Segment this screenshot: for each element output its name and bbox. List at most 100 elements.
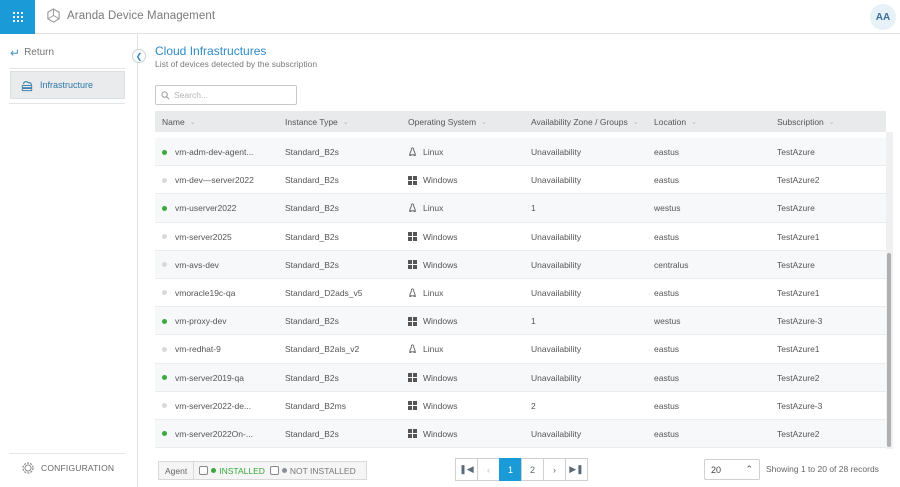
os-cell: Windows (408, 364, 457, 392)
availability-zone-cell: Unavailability (531, 372, 582, 383)
last-page-button[interactable]: ▶❚ (565, 458, 588, 481)
devices-table: Name ⌄ Instance Type ⌄ Operating System ⌄ A… (155, 111, 893, 449)
table-row[interactable]: vmoracle19c-qa Standard_D2ads_v5 Linux Unav… (155, 279, 886, 308)
device-name[interactable]: vm-adm-dev-agent... (175, 147, 253, 157)
device-name[interactable]: vm-server2022On-... (175, 429, 253, 439)
table-row[interactable]: vm-adm-dev-agent... Standard_B2s Linux Unav… (155, 138, 886, 167)
device-name[interactable]: vm-server2022-de... (175, 401, 251, 411)
page-subtitle: List of devices detected by the subscrip… (155, 59, 318, 69)
os-label: Windows (423, 400, 458, 411)
table-row[interactable]: vm-server2019-qa Standard_B2s Windows Unava… (155, 363, 886, 392)
page-size-select[interactable]: 20 ⌃ (704, 459, 760, 480)
aranda-logo-icon (47, 8, 60, 23)
not-installed-filter-label: NOT INSTALLED (289, 465, 356, 476)
instance-type-cell: Standard_B2als_v2 (285, 344, 360, 355)
subscription-cell: TestAzure2 (777, 175, 820, 186)
column-header-operating-system[interactable]: Operating System ⌄ (408, 111, 487, 132)
device-name[interactable]: vm-redhat-9 (175, 344, 221, 354)
sort-icon: ⌄ (632, 118, 639, 126)
column-label: Operating System (408, 116, 477, 127)
first-page-button[interactable]: ❚◀ (455, 458, 478, 481)
column-label: Name (162, 116, 185, 127)
column-label: Instance Type (285, 116, 338, 127)
device-name[interactable]: vm-server2025 (175, 232, 232, 242)
agent-not-installed-dot-icon (162, 290, 167, 296)
column-header-subscription[interactable]: Subscription ⌄ (777, 111, 835, 132)
brand: Aranda Device Management (46, 8, 215, 23)
agent-installed-dot-icon (162, 205, 167, 211)
table-row[interactable]: vm-proxy-dev Standard_B2s Windows 1 westus Te… (155, 307, 886, 336)
search-input[interactable] (174, 90, 294, 100)
os-cell: Windows (408, 223, 457, 251)
table-row[interactable]: vm-avs-dev Standard_B2s Windows Unavailabil… (155, 250, 886, 279)
grid-icon (12, 12, 23, 22)
device-name[interactable]: vm-server2019-qa (175, 373, 244, 383)
sidebar-item-infrastructure[interactable]: Infrastructure (10, 71, 125, 99)
sort-icon: ⌄ (189, 118, 196, 126)
scrollbar-thumb[interactable] (887, 253, 891, 447)
column-header-name[interactable]: Name ⌄ (162, 111, 196, 132)
checkbox-box[interactable] (199, 466, 209, 475)
instance-type-cell: Standard_B2s (285, 175, 339, 186)
os-label: Windows (423, 316, 458, 327)
next-page-button[interactable]: › (543, 458, 566, 481)
column-header-location[interactable]: Location ⌄ (654, 111, 697, 132)
configuration-link[interactable]: CONFIGURATION (20, 460, 114, 476)
column-label: Location (654, 116, 687, 127)
device-name[interactable]: vm-dev—server2022 (175, 175, 254, 185)
table-row[interactable]: vm-server2022On-... Standard_B2s Windows Un… (155, 419, 886, 449)
table-row[interactable]: vm-redhat-9 Standard_B2als_v2 Linux Unavail… (155, 335, 886, 364)
table-body: vm-adm-dev-agent... Standard_B2s Linux Unav… (155, 138, 886, 449)
user-avatar[interactable]: AA (870, 4, 896, 30)
previous-page-button[interactable]: ‹ (477, 458, 500, 481)
device-name[interactable]: vmoracle19c-qa (175, 288, 235, 298)
device-name-cell: vm-dev—server2022 (162, 166, 254, 194)
os-label: Windows (423, 259, 458, 270)
table-scrollbar[interactable] (886, 132, 893, 449)
chevron-up-icon: ⌃ (745, 464, 753, 474)
device-name[interactable]: vm-userver2022 (175, 203, 236, 213)
app-title: Aranda Device Management (67, 9, 216, 22)
return-link[interactable]: ↵ Return (10, 47, 55, 59)
table-header: Name ⌄ Instance Type ⌄ Operating System ⌄ A… (155, 111, 886, 132)
table-row[interactable]: vm-server2022-de... Standard_B2ms Windows 2… (155, 392, 886, 420)
subscription-cell: TestAzure (777, 203, 815, 214)
table-row[interactable]: vm-userver2022 Standard_B2s Linux 1 westus Te… (155, 194, 886, 223)
return-label: Return (24, 47, 55, 58)
search-box[interactable] (155, 85, 297, 105)
subscription-cell: TestAzure2 (777, 428, 820, 439)
windows-icon (408, 373, 417, 382)
app-launcher-button[interactable] (0, 0, 35, 34)
windows-icon (408, 316, 417, 326)
page-1-button[interactable]: 1 (499, 458, 522, 481)
device-name[interactable]: vm-proxy-dev (175, 316, 226, 326)
installed-filter-checkbox[interactable]: INSTALLED (199, 466, 265, 476)
windows-icon (408, 429, 417, 439)
os-label: Linux (423, 344, 444, 355)
device-name-cell: vm-adm-dev-agent... (162, 138, 253, 166)
location-cell: eastus (654, 147, 680, 157)
checkbox-box[interactable] (269, 466, 279, 475)
windows-icon (408, 232, 417, 242)
installed-dot-icon (211, 468, 217, 473)
os-label: Windows (423, 175, 458, 186)
table-row[interactable]: vm-dev—server2022 Standard_B2s Windows Unav… (155, 166, 886, 195)
sidebar-divider (9, 453, 125, 454)
agent-not-installed-dot-icon (162, 177, 167, 183)
windows-icon (408, 401, 417, 411)
not-installed-filter-checkbox[interactable]: NOT INSTALLED (269, 465, 356, 476)
device-name[interactable]: vm-avs-dev (175, 260, 219, 270)
page-title: Cloud Infrastructures (155, 44, 267, 58)
device-name-cell: vm-server2022On-... (162, 420, 253, 448)
linux-icon (408, 344, 417, 354)
table-row[interactable]: vm-server2025 Standard_B2s Windows Unavaila… (155, 223, 886, 251)
collapse-sidebar-button[interactable]: ❮ (132, 49, 146, 63)
search-icon (161, 90, 170, 99)
column-header-availability-zone[interactable]: Availability Zone / Groups ⌄ (531, 111, 639, 132)
subscription-cell: TestAzure1 (777, 231, 820, 242)
instance-type-cell: Standard_B2s (285, 259, 339, 270)
column-header-instance-type[interactable]: Instance Type ⌄ (285, 111, 349, 132)
os-cell: Windows (408, 307, 457, 335)
page-2-button[interactable]: 2 (521, 458, 544, 481)
not-installed-dot-icon (281, 468, 287, 473)
